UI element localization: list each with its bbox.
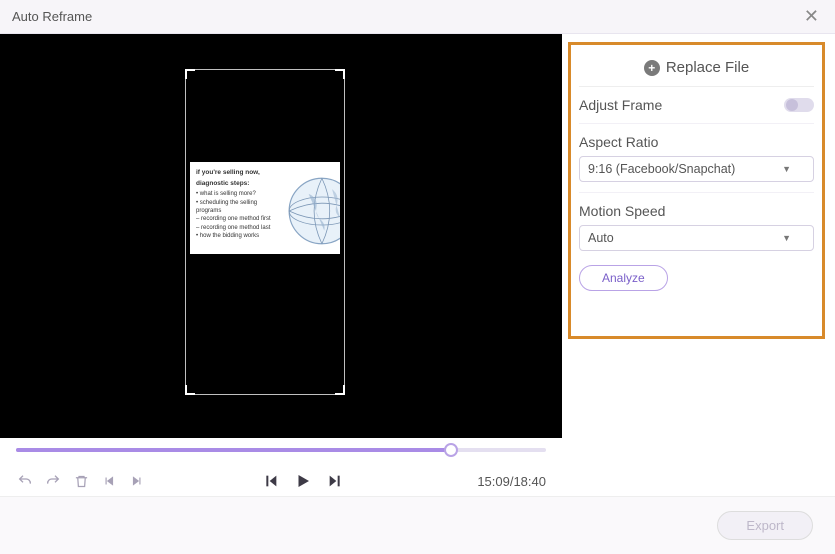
resize-handle-tl[interactable]: [185, 69, 195, 79]
title-bar: Auto Reframe ✕: [0, 0, 835, 34]
toggle-thumb: [786, 99, 798, 111]
reframe-bounds[interactable]: if you're selling now, diagnostic steps:…: [185, 69, 345, 395]
player-controls: 15:09/18:40: [0, 466, 562, 496]
window-title: Auto Reframe: [12, 9, 92, 24]
play-icon[interactable]: [294, 472, 312, 490]
motion-speed-value: Auto: [588, 231, 614, 245]
resize-handle-bl[interactable]: [185, 385, 195, 395]
slide-bullets: • what is selling more? • scheduling the…: [196, 190, 276, 240]
delete-icon[interactable]: [72, 472, 90, 490]
video-preview[interactable]: if you're selling now, diagnostic steps:…: [0, 34, 562, 438]
preview-column: if you're selling now, diagnostic steps:…: [0, 34, 562, 496]
analyze-button[interactable]: Analyze: [579, 265, 668, 291]
adjust-frame-toggle[interactable]: [784, 98, 814, 112]
replace-file-button[interactable]: + Replace File: [579, 51, 814, 87]
chevron-down-icon: ▼: [782, 233, 791, 243]
timeline-scrubber[interactable]: [0, 438, 562, 466]
slide-heading-2: diagnostic steps:: [196, 179, 276, 188]
export-button[interactable]: Export: [717, 511, 813, 540]
redo-icon[interactable]: [44, 472, 62, 490]
aspect-ratio-select[interactable]: 9:16 (Facebook/Snapchat) ▼: [579, 156, 814, 182]
settings-column: + Replace File Adjust Frame Aspect Ratio…: [562, 34, 835, 496]
timeline-progress: [16, 448, 451, 452]
prev-frame-icon[interactable]: [100, 472, 118, 490]
skip-back-icon[interactable]: [262, 472, 280, 490]
globe-illustration: [274, 172, 340, 250]
skip-forward-icon[interactable]: [326, 472, 344, 490]
adjust-frame-label: Adjust Frame: [579, 97, 662, 113]
main-content: if you're selling now, diagnostic steps:…: [0, 34, 835, 496]
video-frame-content: if you're selling now, diagnostic steps:…: [190, 162, 340, 254]
timecode-display: 15:09/18:40: [460, 474, 546, 489]
motion-speed-select[interactable]: Auto ▼: [579, 225, 814, 251]
settings-panel: + Replace File Adjust Frame Aspect Ratio…: [568, 42, 825, 339]
next-frame-icon[interactable]: [128, 472, 146, 490]
chevron-down-icon: ▼: [782, 164, 791, 174]
plus-circle-icon: +: [644, 60, 660, 76]
replace-file-label: Replace File: [666, 59, 749, 76]
undo-icon[interactable]: [16, 472, 34, 490]
timeline-playhead[interactable]: [444, 443, 458, 457]
close-icon[interactable]: ✕: [800, 6, 823, 27]
resize-handle-tr[interactable]: [335, 69, 345, 79]
motion-speed-label: Motion Speed: [579, 203, 814, 219]
aspect-ratio-label: Aspect Ratio: [579, 134, 814, 150]
footer-bar: Export: [0, 496, 835, 554]
slide-heading-1: if you're selling now,: [196, 168, 276, 177]
aspect-ratio-value: 9:16 (Facebook/Snapchat): [588, 162, 735, 176]
resize-handle-br[interactable]: [335, 385, 345, 395]
